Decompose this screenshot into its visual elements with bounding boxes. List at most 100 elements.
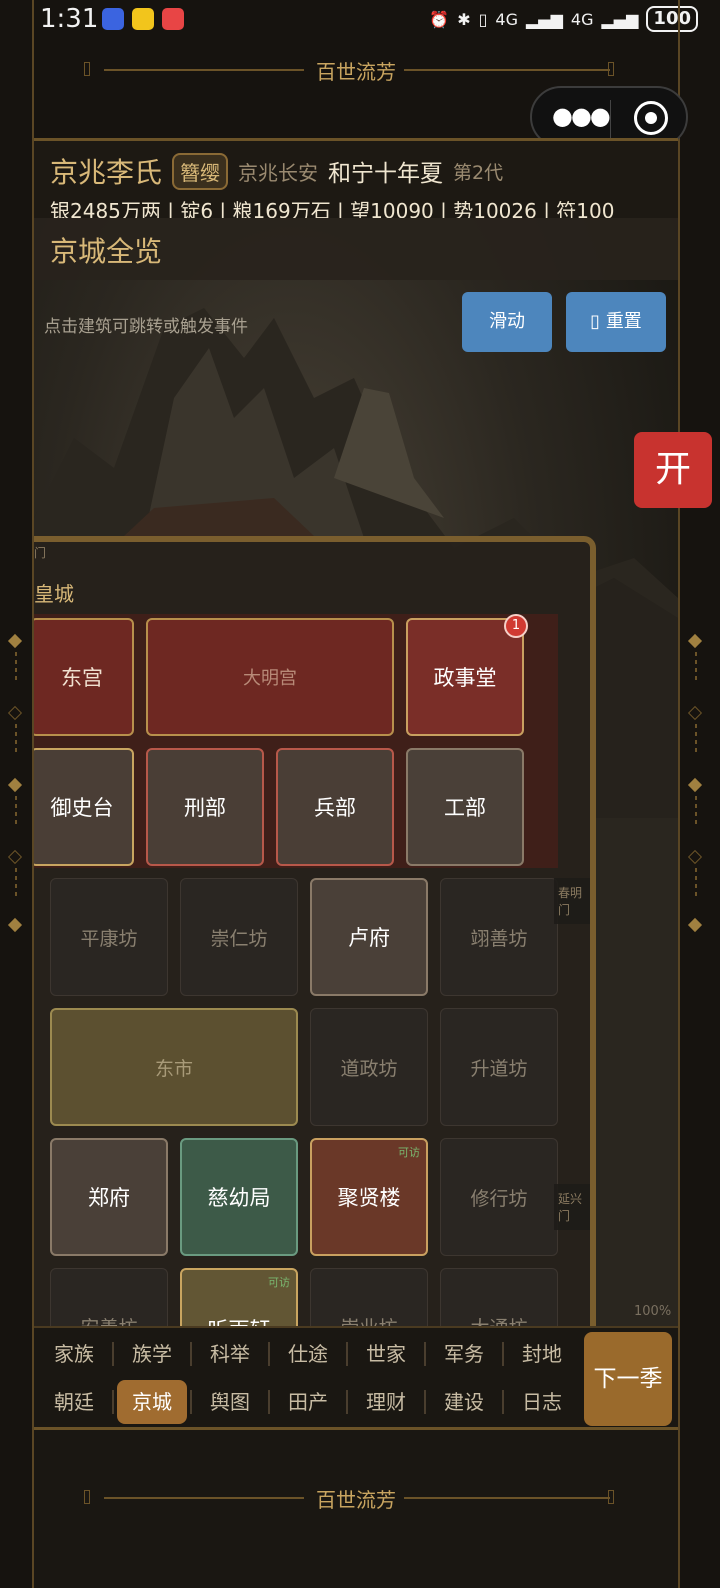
gate-label-top: 门 (34, 546, 47, 560)
nav-divider (112, 1390, 114, 1414)
ornament-diamond (7, 917, 23, 933)
clan-name: 京兆李氏 (50, 156, 163, 189)
open-button[interactable]: 开 (634, 432, 712, 508)
juxian-tower-label: 聚贤楼 (337, 1186, 401, 1210)
clock: 1:31 (40, 4, 99, 34)
xiuxing-ward[interactable]: 修行坊 (440, 1138, 558, 1256)
shengdao-ward[interactable]: 升道坊 (440, 1008, 558, 1126)
nav-finance[interactable]: 理财 (350, 1382, 422, 1422)
east-market[interactable]: 东市 (50, 1008, 298, 1126)
slide-button[interactable]: 滑动 (462, 292, 552, 352)
xingbu-label: 刑部 (184, 796, 226, 820)
east-market-label: 东市 (154, 1057, 193, 1080)
gongbu[interactable]: 工部 (406, 748, 524, 866)
nav-fief[interactable]: 封地 (506, 1334, 578, 1374)
bingbu[interactable]: 兵部 (276, 748, 394, 866)
pingkang-ward[interactable]: 平康坊 (50, 878, 168, 996)
yishan-ward[interactable]: 翊善坊 (440, 878, 558, 996)
era-date: 和宁十年夏 (328, 161, 444, 187)
battery-indicator: 100 (646, 6, 698, 32)
nav-divider (268, 1390, 270, 1414)
section-title: 京城全览 (50, 235, 163, 268)
network-label-2: 4G (570, 9, 594, 29)
zhengshitang[interactable]: 政事堂 (406, 618, 524, 736)
ornament-diamond (7, 705, 23, 721)
datong-ward[interactable]: 大通坊 (440, 1268, 558, 1328)
vibrate-icon: ▯ (478, 9, 488, 29)
zheng-residence-label: 郑府 (88, 1186, 130, 1210)
reset-button[interactable]: ▯ 重置 (566, 292, 666, 352)
lu-residence-label: 卢府 (348, 926, 390, 950)
ornament-cap (608, 1490, 614, 1504)
nav-divider (268, 1342, 270, 1366)
clan-info-header: 京兆李氏 簪缨 京兆长安 和宁十年夏 第2代 银2485万两 | 锭6 | 粮1… (34, 138, 678, 223)
nav-map[interactable]: 舆图 (194, 1382, 266, 1422)
top-title-bar: 百世流芳 (34, 50, 678, 90)
lu-residence[interactable]: 卢府 (310, 878, 428, 996)
nav-divider (346, 1390, 348, 1414)
nav-clan-school[interactable]: 族学 (116, 1334, 188, 1374)
ornament-diamond (7, 849, 23, 865)
nav-divider (112, 1342, 114, 1366)
reset-button-label: 重置 (605, 311, 642, 332)
anshan-ward[interactable]: 安善坊 (50, 1268, 168, 1328)
nav-noble-families[interactable]: 世家 (350, 1334, 422, 1374)
capsule-divider (610, 100, 611, 138)
ornament-line (404, 69, 610, 71)
gongbu-label: 工部 (444, 796, 486, 820)
nav-military[interactable]: 军务 (428, 1334, 500, 1374)
nav-career[interactable]: 仕途 (272, 1334, 344, 1374)
chunming-gate-label: 春明门 (554, 878, 590, 924)
city-map[interactable]: 门 皇城 东宫 大明宫 政事堂 1 御史台 刑部 兵部 工部 平康坊 崇仁坊 卢… (34, 536, 596, 1328)
nav-divider (346, 1342, 348, 1366)
notification-icons (102, 8, 184, 30)
ornament-dash (15, 652, 17, 682)
daozheng-ward[interactable]: 道政坊 (310, 1008, 428, 1126)
yushitai-label: 御史台 (50, 796, 114, 820)
ciyou-bureau[interactable]: 慈幼局 (180, 1138, 298, 1256)
nav-family[interactable]: 家族 (38, 1334, 110, 1374)
nav-construction[interactable]: 建设 (428, 1382, 500, 1422)
bluetooth-icon: ✱ (457, 9, 471, 29)
ornament-diamond (7, 633, 23, 649)
east-palace[interactable]: 东宫 (34, 618, 134, 736)
bottom-navigation: 家族 族学 科举 仕途 世家 军务 封地 朝廷 京城 舆图 田产 理财 建设 日… (34, 1326, 678, 1430)
signal-icon: ▂▄▆ (526, 9, 563, 29)
system-indicators: ⏰ ✱ ▯ 4G ▂▄▆ 4G ▂▄▆ 100 (429, 6, 698, 32)
nav-divider (424, 1342, 426, 1366)
daming-palace[interactable]: 大明宫 (146, 618, 394, 736)
more-icon[interactable]: ●●● (552, 102, 611, 130)
east-palace-label: 东宫 (61, 666, 103, 690)
capital-overview-panel: 京城全览 点击建筑可跳转或触发事件 滑动 ▯ 重置 门 皇城 东宫 大明宫 政事… (34, 218, 678, 1328)
ornament-dash (15, 724, 17, 754)
nav-divider (424, 1390, 426, 1414)
imperial-city-label: 皇城 (34, 582, 74, 606)
tingyu-pavilion[interactable]: 可访听雨轩 (180, 1268, 298, 1328)
xingbu[interactable]: 刑部 (146, 748, 264, 866)
next-season-button[interactable]: 下一季 (584, 1332, 672, 1426)
yushitai[interactable]: 御史台 (34, 748, 134, 866)
ornament-dash (695, 796, 697, 826)
chongye-ward[interactable]: 崇业坊 (310, 1268, 428, 1328)
section-hint: 点击建筑可跳转或触发事件 (44, 317, 248, 337)
nav-divider (502, 1342, 504, 1366)
ornament-diamond (7, 777, 23, 793)
section-header: 京城全览 (34, 218, 678, 280)
network-label-1: 4G (495, 9, 518, 29)
bingbu-label: 兵部 (314, 796, 356, 820)
ornament-dash (695, 652, 697, 682)
chongren-ward[interactable]: 崇仁坊 (180, 878, 298, 996)
nav-log[interactable]: 日志 (506, 1382, 578, 1422)
nav-exam[interactable]: 科举 (194, 1334, 266, 1374)
zoom-level: 100% (634, 1304, 672, 1319)
nav-divider (190, 1342, 192, 1366)
daming-palace-label: 大明宫 (243, 668, 297, 689)
nav-capital[interactable]: 京城 (117, 1380, 187, 1424)
nav-court[interactable]: 朝廷 (38, 1382, 110, 1422)
close-target-icon[interactable] (634, 101, 668, 135)
zheng-residence[interactable]: 郑府 (50, 1138, 168, 1256)
juxian-tower[interactable]: 可访 聚贤楼 (310, 1138, 428, 1256)
nav-fields[interactable]: 田产 (272, 1382, 344, 1422)
reset-icon: ▯ (590, 311, 606, 332)
ornament-dash (15, 868, 17, 898)
